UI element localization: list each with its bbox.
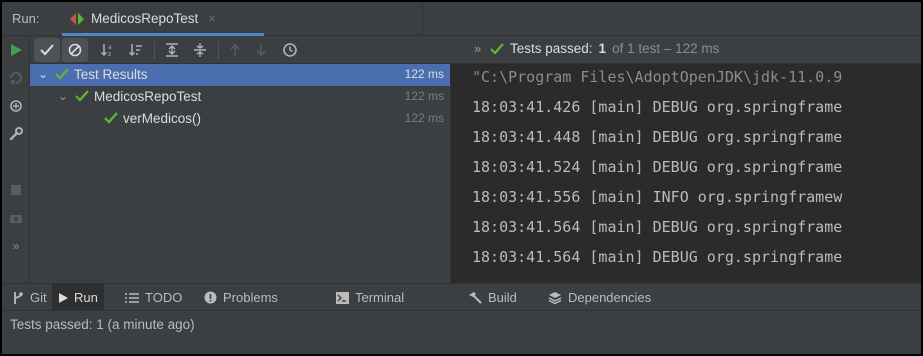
toolbar-separator: [218, 41, 219, 59]
show-passed-icon[interactable]: [34, 38, 60, 62]
tree-row-label: verMedicos(): [123, 111, 202, 126]
run-tool-window: Run: MedicosRepoTest × » a z » Tests pas…: [0, 0, 923, 356]
camera-icon[interactable]: [2, 204, 30, 232]
tool-window-label: Git: [30, 290, 47, 305]
chevron-down-icon[interactable]: ⌄: [38, 67, 48, 81]
tool-window-terminal[interactable]: Terminal: [330, 284, 410, 311]
tree-row-ver-medicos[interactable]: verMedicos() 122 ms: [30, 108, 450, 130]
tool-window-label: Dependencies: [568, 290, 652, 305]
tree-row-label: MedicosRepoTest: [94, 89, 202, 104]
tree-row-time: 122 ms: [404, 89, 444, 103]
history-icon[interactable]: [278, 38, 302, 62]
tool-window-label: Build: [488, 290, 517, 305]
console-line: 18:03:41.524 [main] DEBUG org.springfram…: [472, 158, 843, 176]
build-hammer-icon: [469, 292, 482, 304]
close-icon[interactable]: ×: [208, 11, 216, 26]
test-config-icon: [70, 12, 84, 25]
git-icon: [14, 291, 23, 304]
test-status-summary: Tests passed: 1 of 1 test – 122 ms: [490, 41, 719, 56]
prev-failed-icon[interactable]: [224, 38, 246, 62]
console-line: "C:\Program Files\AdoptOpenJDK\jdk-11.0.…: [472, 68, 843, 86]
toggle-autotest-icon[interactable]: [2, 92, 30, 120]
expand-all-icon[interactable]: [160, 38, 184, 62]
check-icon: [490, 42, 504, 55]
console-line: 18:03:41.564 [main] DEBUG org.springfram…: [472, 248, 843, 266]
check-icon: [55, 68, 69, 80]
toolbar-overflow-icon[interactable]: »: [474, 41, 481, 56]
check-icon: [75, 90, 89, 102]
tool-window-problems[interactable]: Problems: [198, 284, 284, 311]
console-line: 18:03:41.448 [main] DEBUG org.springfram…: [472, 128, 843, 146]
stop-icon[interactable]: [2, 176, 30, 204]
header-separator: [422, 2, 423, 36]
svg-text:a: a: [108, 44, 112, 51]
run-icon: [59, 292, 68, 303]
todo-list-icon: [125, 292, 139, 303]
tree-row-medicos-repo-test[interactable]: ⌄ MedicosRepoTest 122 ms: [30, 86, 450, 108]
settings-wrench-icon[interactable]: [2, 120, 30, 148]
sort-duration-icon[interactable]: [124, 38, 148, 62]
left-toolbar: »: [2, 36, 30, 283]
console-output[interactable]: "C:\Program Files\AdoptOpenJDK\jdk-11.0.…: [450, 64, 921, 283]
status-prefix: Tests passed:: [510, 41, 593, 56]
more-icon[interactable]: »: [2, 232, 30, 260]
status-rest: of 1 test – 122 ms: [612, 41, 720, 56]
tree-row-label: Test Results: [74, 67, 148, 82]
run-tab-title: MedicosRepoTest: [91, 11, 199, 26]
test-results-tree: ⌄ Test Results 122 ms ⌄ MedicosRepoTest …: [30, 64, 450, 283]
next-failed-icon[interactable]: [250, 38, 272, 62]
tool-window-label: Terminal: [355, 290, 405, 305]
rerun-failed-icon[interactable]: [2, 64, 30, 92]
tool-window-label: Problems: [223, 290, 278, 305]
status-count: 1: [598, 41, 607, 56]
run-icon[interactable]: [2, 36, 30, 64]
run-label: Run:: [12, 11, 40, 26]
tool-window-label: Run: [74, 290, 98, 305]
collapse-all-icon[interactable]: [188, 38, 212, 62]
status-bar: Tests passed: 1 (a minute ago): [2, 310, 921, 354]
show-ignored-icon[interactable]: [62, 38, 88, 62]
tool-window-bar: Git Run TODO Problems Terminal Build Dep…: [2, 283, 921, 311]
splitter[interactable]: [450, 64, 451, 283]
check-icon: [104, 112, 118, 124]
run-header-bar: Run: MedicosRepoTest ×: [2, 2, 921, 36]
console-line: 18:03:41.426 [main] DEBUG org.springfram…: [472, 98, 843, 116]
dependencies-icon: [548, 292, 562, 304]
status-bar-text[interactable]: Tests passed: 1 (a minute ago): [10, 317, 195, 332]
toolbar-separator: [154, 41, 155, 59]
tool-window-dependencies[interactable]: Dependencies: [542, 284, 657, 311]
svg-text:z: z: [108, 51, 111, 58]
tree-row-test-results[interactable]: ⌄ Test Results 122 ms: [30, 64, 450, 86]
tree-row-time: 122 ms: [404, 111, 444, 125]
tool-window-label: TODO: [145, 290, 183, 305]
terminal-icon: [336, 291, 349, 304]
tool-window-run[interactable]: Run: [52, 284, 104, 311]
problems-icon: [204, 291, 217, 304]
console-line: 18:03:41.556 [main] INFO org.springframe…: [472, 188, 843, 206]
tool-window-build[interactable]: Build: [462, 284, 523, 311]
sort-alpha-icon[interactable]: az: [96, 38, 120, 62]
tool-window-git[interactable]: Git: [6, 284, 53, 311]
console-line: 18:03:41.564 [main] DEBUG org.springfram…: [472, 218, 843, 236]
run-configuration-tab[interactable]: MedicosRepoTest ×: [62, 2, 264, 36]
tree-row-time: 122 ms: [404, 67, 444, 81]
chevron-down-icon[interactable]: ⌄: [58, 89, 68, 103]
test-toolbar: az » Tests passed: 1 of 1 test – 122 ms: [30, 36, 921, 64]
tool-window-todo[interactable]: TODO: [119, 284, 188, 311]
